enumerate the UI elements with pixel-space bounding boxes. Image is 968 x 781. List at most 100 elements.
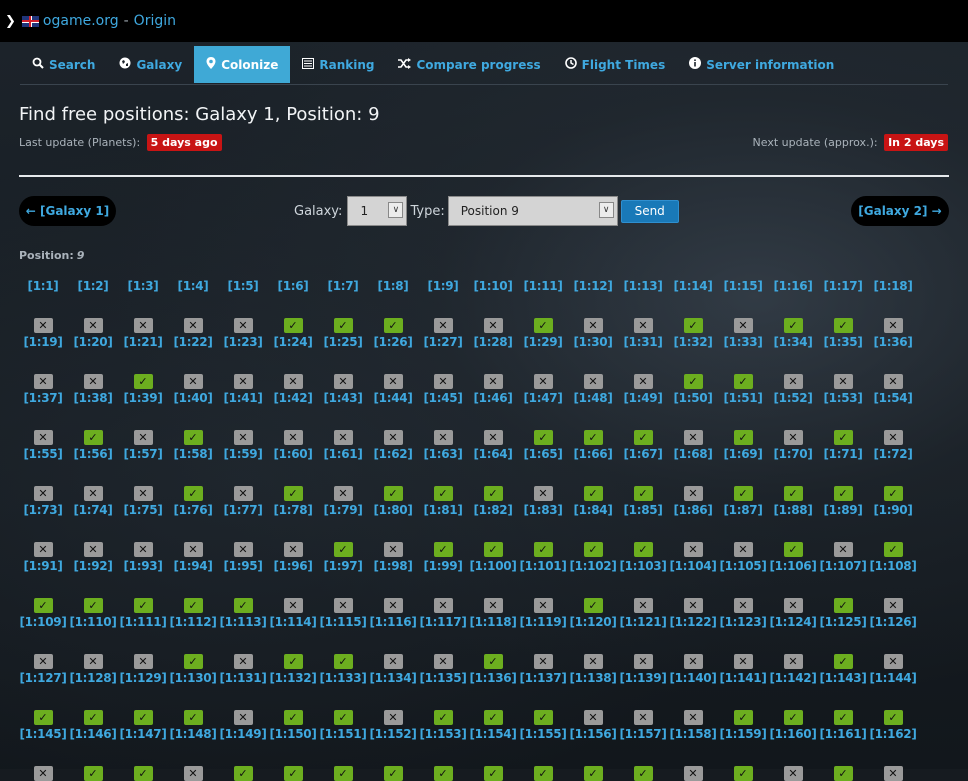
system-coord-link[interactable]: [1:18] <box>868 278 918 295</box>
system-coord-link[interactable]: [1:51] <box>718 390 768 407</box>
system-coord-link[interactable]: [1:17] <box>818 278 868 295</box>
system-coord-link[interactable]: [1:34] <box>768 334 818 351</box>
system-coord-link[interactable]: [1:127] <box>18 670 68 687</box>
send-button[interactable]: Send <box>620 199 679 223</box>
system-coord-link[interactable]: [1:147] <box>118 726 168 743</box>
system-coord-link[interactable]: [1:115] <box>318 614 368 631</box>
system-coord-link[interactable]: [1:112] <box>168 614 218 631</box>
system-coord-link[interactable]: [1:48] <box>568 390 618 407</box>
system-coord-link[interactable]: [1:40] <box>168 390 218 407</box>
system-coord-link[interactable]: [1:63] <box>418 446 468 463</box>
system-coord-link[interactable]: [1:137] <box>518 670 568 687</box>
system-coord-link[interactable]: [1:65] <box>518 446 568 463</box>
system-coord-link[interactable]: [1:140] <box>668 670 718 687</box>
system-coord-link[interactable]: [1:113] <box>218 614 268 631</box>
system-coord-link[interactable]: [1:3] <box>118 278 168 295</box>
system-coord-link[interactable]: [1:23] <box>218 334 268 351</box>
system-coord-link[interactable]: [1:26] <box>368 334 418 351</box>
system-coord-link[interactable]: [1:118] <box>468 614 518 631</box>
system-coord-link[interactable]: [1:91] <box>18 558 68 575</box>
system-coord-link[interactable]: [1:31] <box>618 334 668 351</box>
system-coord-link[interactable]: [1:55] <box>18 446 68 463</box>
system-coord-link[interactable]: [1:54] <box>868 390 918 407</box>
system-coord-link[interactable]: [1:32] <box>668 334 718 351</box>
system-coord-link[interactable]: [1:149] <box>218 726 268 743</box>
system-coord-link[interactable]: [1:1] <box>18 278 68 295</box>
system-coord-link[interactable]: [1:67] <box>618 446 668 463</box>
system-coord-link[interactable]: [1:128] <box>68 670 118 687</box>
system-coord-link[interactable]: [1:102] <box>568 558 618 575</box>
system-coord-link[interactable]: [1:42] <box>268 390 318 407</box>
system-coord-link[interactable]: [1:52] <box>768 390 818 407</box>
system-coord-link[interactable]: [1:21] <box>118 334 168 351</box>
system-coord-link[interactable]: [1:61] <box>318 446 368 463</box>
system-coord-link[interactable]: [1:10] <box>468 278 518 295</box>
system-coord-link[interactable]: [1:150] <box>268 726 318 743</box>
system-coord-link[interactable]: [1:93] <box>118 558 168 575</box>
system-coord-link[interactable]: [1:8] <box>368 278 418 295</box>
system-coord-link[interactable]: [1:72] <box>868 446 918 463</box>
system-coord-link[interactable]: [1:27] <box>418 334 468 351</box>
system-coord-link[interactable]: [1:33] <box>718 334 768 351</box>
system-coord-link[interactable]: [1:101] <box>518 558 568 575</box>
system-coord-link[interactable]: [1:7] <box>318 278 368 295</box>
system-coord-link[interactable]: [1:105] <box>718 558 768 575</box>
system-coord-link[interactable]: [1:84] <box>568 502 618 519</box>
system-coord-link[interactable]: [1:109] <box>18 614 68 631</box>
system-coord-link[interactable]: [1:133] <box>318 670 368 687</box>
system-coord-link[interactable]: [1:159] <box>718 726 768 743</box>
system-coord-link[interactable]: [1:16] <box>768 278 818 295</box>
system-coord-link[interactable]: [1:104] <box>668 558 718 575</box>
system-coord-link[interactable]: [1:58] <box>168 446 218 463</box>
system-coord-link[interactable]: [1:39] <box>118 390 168 407</box>
system-coord-link[interactable]: [1:162] <box>868 726 918 743</box>
system-coord-link[interactable]: [1:132] <box>268 670 318 687</box>
system-coord-link[interactable]: [1:81] <box>418 502 468 519</box>
system-coord-link[interactable]: [1:12] <box>568 278 618 295</box>
system-coord-link[interactable]: [1:5] <box>218 278 268 295</box>
system-coord-link[interactable]: [1:45] <box>418 390 468 407</box>
system-coord-link[interactable]: [1:117] <box>418 614 468 631</box>
system-coord-link[interactable]: [1:85] <box>618 502 668 519</box>
system-coord-link[interactable]: [1:154] <box>468 726 518 743</box>
system-coord-link[interactable]: [1:6] <box>268 278 318 295</box>
system-coord-link[interactable]: [1:87] <box>718 502 768 519</box>
system-coord-link[interactable]: [1:100] <box>468 558 518 575</box>
system-coord-link[interactable]: [1:13] <box>618 278 668 295</box>
system-coord-link[interactable]: [1:68] <box>668 446 718 463</box>
system-coord-link[interactable]: [1:24] <box>268 334 318 351</box>
system-coord-link[interactable]: [1:80] <box>368 502 418 519</box>
system-coord-link[interactable]: [1:75] <box>118 502 168 519</box>
system-coord-link[interactable]: [1:86] <box>668 502 718 519</box>
system-coord-link[interactable]: [1:141] <box>718 670 768 687</box>
system-coord-link[interactable]: [1:70] <box>768 446 818 463</box>
system-coord-link[interactable]: [1:114] <box>268 614 318 631</box>
system-coord-link[interactable]: [1:89] <box>818 502 868 519</box>
system-coord-link[interactable]: [1:28] <box>468 334 518 351</box>
system-coord-link[interactable]: [1:106] <box>768 558 818 575</box>
system-coord-link[interactable]: [1:82] <box>468 502 518 519</box>
system-coord-link[interactable]: [1:103] <box>618 558 668 575</box>
system-coord-link[interactable]: [1:130] <box>168 670 218 687</box>
system-coord-link[interactable]: [1:139] <box>618 670 668 687</box>
system-coord-link[interactable]: [1:22] <box>168 334 218 351</box>
system-coord-link[interactable]: [1:136] <box>468 670 518 687</box>
system-coord-link[interactable]: [1:57] <box>118 446 168 463</box>
system-coord-link[interactable]: [1:111] <box>118 614 168 631</box>
system-coord-link[interactable]: [1:56] <box>68 446 118 463</box>
system-coord-link[interactable]: [1:95] <box>218 558 268 575</box>
system-coord-link[interactable]: [1:94] <box>168 558 218 575</box>
system-coord-link[interactable]: [1:78] <box>268 502 318 519</box>
system-coord-link[interactable]: [1:151] <box>318 726 368 743</box>
system-coord-link[interactable]: [1:19] <box>18 334 68 351</box>
system-coord-link[interactable]: [1:35] <box>818 334 868 351</box>
system-coord-link[interactable]: [1:155] <box>518 726 568 743</box>
galaxy-select[interactable]: 1 ∨ <box>347 196 408 226</box>
system-coord-link[interactable]: [1:135] <box>418 670 468 687</box>
system-coord-link[interactable]: [1:46] <box>468 390 518 407</box>
system-coord-link[interactable]: [1:29] <box>518 334 568 351</box>
system-coord-link[interactable]: [1:69] <box>718 446 768 463</box>
system-coord-link[interactable]: [1:148] <box>168 726 218 743</box>
system-coord-link[interactable]: [1:49] <box>618 390 668 407</box>
system-coord-link[interactable]: [1:44] <box>368 390 418 407</box>
